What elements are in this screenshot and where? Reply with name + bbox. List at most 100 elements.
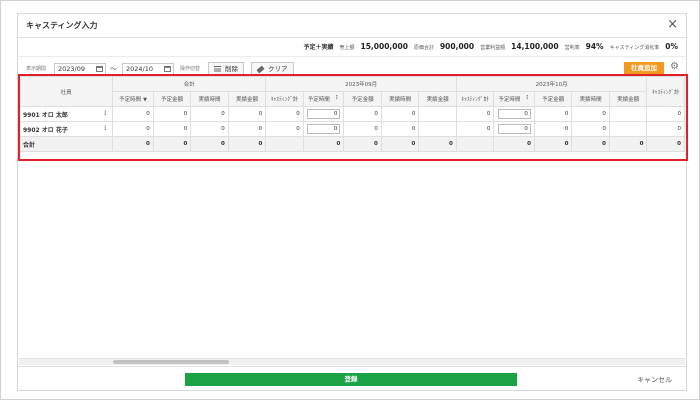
start-date-value: 2023/09 — [58, 65, 86, 73]
planned-hours-input[interactable]: 0 — [497, 124, 531, 134]
calendar-icon[interactable] — [164, 66, 171, 72]
range-tilde: ～ — [110, 65, 117, 73]
employee-cell: 9901 オロ 太郎 ⋮ — [18, 106, 114, 122]
total-planned-amount: 0 — [152, 121, 192, 137]
employee-header: 社員 — [18, 76, 114, 107]
planned-hours-cell[interactable]: 0 — [302, 121, 345, 137]
dialog-title: キャスティング入力 — [26, 21, 98, 30]
sum-actual-hours: 0 — [380, 136, 420, 152]
col-actual-amount-header: 実績金額 — [418, 91, 457, 107]
planned-amount: 0 — [343, 106, 382, 122]
delete-icon — [214, 66, 221, 73]
table-row: 9901 オロ 太郎 ⋮ 0 0 0 0 0 0 0 0 0 0 0 0 0 — [18, 106, 685, 122]
period-label: 表示期間 — [26, 66, 47, 72]
actual-hours: 0 — [380, 106, 420, 122]
group-header-month: 2023年09月 — [265, 76, 457, 92]
sum-actual-hours: 0 — [190, 136, 229, 152]
col-actual-amount-header: 実績金額 — [227, 91, 267, 107]
screen-frame: キャスティング入力 × 予定＋実績 売上額 15,000,000 原価合計 90… — [0, 0, 700, 400]
col-actual-amount-header: 実績金額 — [608, 91, 648, 107]
planned-hours-input[interactable]: 0 — [307, 124, 341, 134]
col-casting-total-header: ｷｬｽﾃｨﾝｸﾞ計 — [265, 91, 304, 107]
total-planned-hours: 0 — [112, 106, 154, 122]
casting-total: 0 — [265, 121, 304, 137]
column-menu-icon[interactable]: ⋮ — [524, 95, 530, 101]
sum-actual-hours: 0 — [571, 136, 610, 152]
register-button[interactable]: 登録 — [185, 373, 517, 386]
profit-label: 営業利益額 — [480, 45, 506, 51]
profit-rate-label: 営利率 — [564, 45, 580, 51]
casting-rate-value: 0% — [665, 42, 678, 51]
casting-input-dialog: キャスティング入力 × 予定＋実績 売上額 15,000,000 原価合計 90… — [17, 13, 688, 392]
cancel-button[interactable]: キャンセル — [637, 375, 672, 385]
group-header-total: 合計 — [112, 76, 267, 92]
filter-icon[interactable]: ▼ — [143, 97, 147, 103]
planned-hours-input[interactable]: 0 — [307, 109, 341, 119]
dialog-footer: 登録 キャンセル — [18, 366, 686, 392]
col-planned-hours-header[interactable]: 予定時間 ▼ — [112, 91, 154, 107]
planned-amount: 0 — [343, 121, 382, 137]
col-actual-hours-header: 実績時間 — [380, 91, 420, 107]
total-planned-amount: 0 — [152, 106, 192, 122]
col-planned-hours-header[interactable]: 予定時間 ⋮ — [493, 91, 535, 107]
total-actual-amount: 0 — [227, 121, 267, 137]
actual-amount — [418, 121, 457, 137]
sum-actual-amount: 0 — [418, 136, 457, 152]
operation-label: 操作切替 — [180, 66, 201, 72]
profit-rate-value: 94% — [585, 42, 604, 51]
total-row-label: 合計 — [18, 136, 114, 152]
cost-value: 900,000 — [439, 42, 475, 51]
col-planned-amount-header: 予定金額 — [343, 91, 382, 107]
sum-planned-amount: 0 — [343, 136, 382, 152]
planned-hours-cell[interactable]: 0 — [493, 106, 535, 122]
casting-table: 社員 合計 2023年09月 2023年10月 ｷｬｽﾃｨﾝｸﾞ計 予定時間 ▼ … — [18, 76, 685, 152]
sum-planned-hours: 0 — [302, 136, 345, 152]
start-date-field[interactable]: 2023/09 — [54, 63, 106, 75]
sum-planned-amount: 0 — [533, 136, 573, 152]
col-planned-amount-header: 予定金額 — [152, 91, 192, 107]
sum-planned-hours: 0 — [493, 136, 535, 152]
dialog-titlebar: キャスティング入力 × — [18, 14, 686, 38]
total-row: 合計 0 0 0 0 0 0 0 0 0 0 0 0 0 — [18, 136, 685, 152]
calendar-icon[interactable] — [96, 66, 103, 72]
planned-amount: 0 — [533, 106, 573, 122]
sum-casting-total — [455, 136, 495, 152]
total-actual-hours: 0 — [190, 121, 229, 137]
casting-rate-label: キャスティング消化率 — [609, 45, 660, 51]
close-icon[interactable]: × — [667, 17, 678, 32]
add-employee-button[interactable]: 社員追加 — [624, 62, 664, 75]
casting-total: 0 — [455, 106, 495, 122]
profit-value: 14,100,000 — [511, 42, 559, 51]
casting-total: 0 — [265, 106, 304, 122]
end-date-value: 2024/10 — [126, 65, 154, 73]
cost-label: 原価合計 — [413, 45, 434, 51]
col-planned-hours-header[interactable]: 予定時間 ⋮ — [302, 91, 345, 107]
delete-button[interactable]: 削除 — [208, 62, 244, 76]
total-actual-amount: 0 — [227, 106, 267, 122]
actual-amount — [608, 121, 648, 137]
row-menu-icon[interactable]: ⋮ — [102, 125, 108, 132]
planned-hours-cell[interactable]: 0 — [493, 121, 535, 137]
eraser-icon — [256, 65, 265, 74]
casting-total: 0 — [455, 121, 495, 137]
row-menu-icon[interactable]: ⋮ — [102, 110, 108, 117]
planned-hours-input[interactable]: 0 — [497, 109, 531, 119]
total-planned-hours: 0 — [112, 121, 154, 137]
total-actual-hours: 0 — [190, 106, 229, 122]
casting-total: 0 — [646, 106, 685, 122]
summary-mode: 予定＋実績 — [303, 44, 334, 51]
end-date-field[interactable]: 2024/10 — [122, 63, 174, 75]
sales-value: 15,000,000 — [360, 42, 408, 51]
scrollbar-thumb[interactable] — [113, 360, 229, 364]
actual-hours: 0 — [571, 106, 610, 122]
employee-cell: 9902 オロ 花子 ⋮ — [18, 121, 114, 137]
sum-actual-amount: 0 — [608, 136, 648, 152]
clear-button[interactable]: クリア — [251, 62, 294, 76]
planned-hours-cell[interactable]: 0 — [302, 106, 345, 122]
horizontal-scrollbar[interactable] — [19, 358, 685, 365]
sum-actual-amount: 0 — [227, 136, 267, 152]
clear-button-label: クリア — [268, 65, 288, 73]
gear-icon[interactable]: ⚙ — [670, 61, 679, 72]
column-menu-icon[interactable]: ⋮ — [334, 95, 340, 101]
actual-hours: 0 — [380, 121, 420, 137]
